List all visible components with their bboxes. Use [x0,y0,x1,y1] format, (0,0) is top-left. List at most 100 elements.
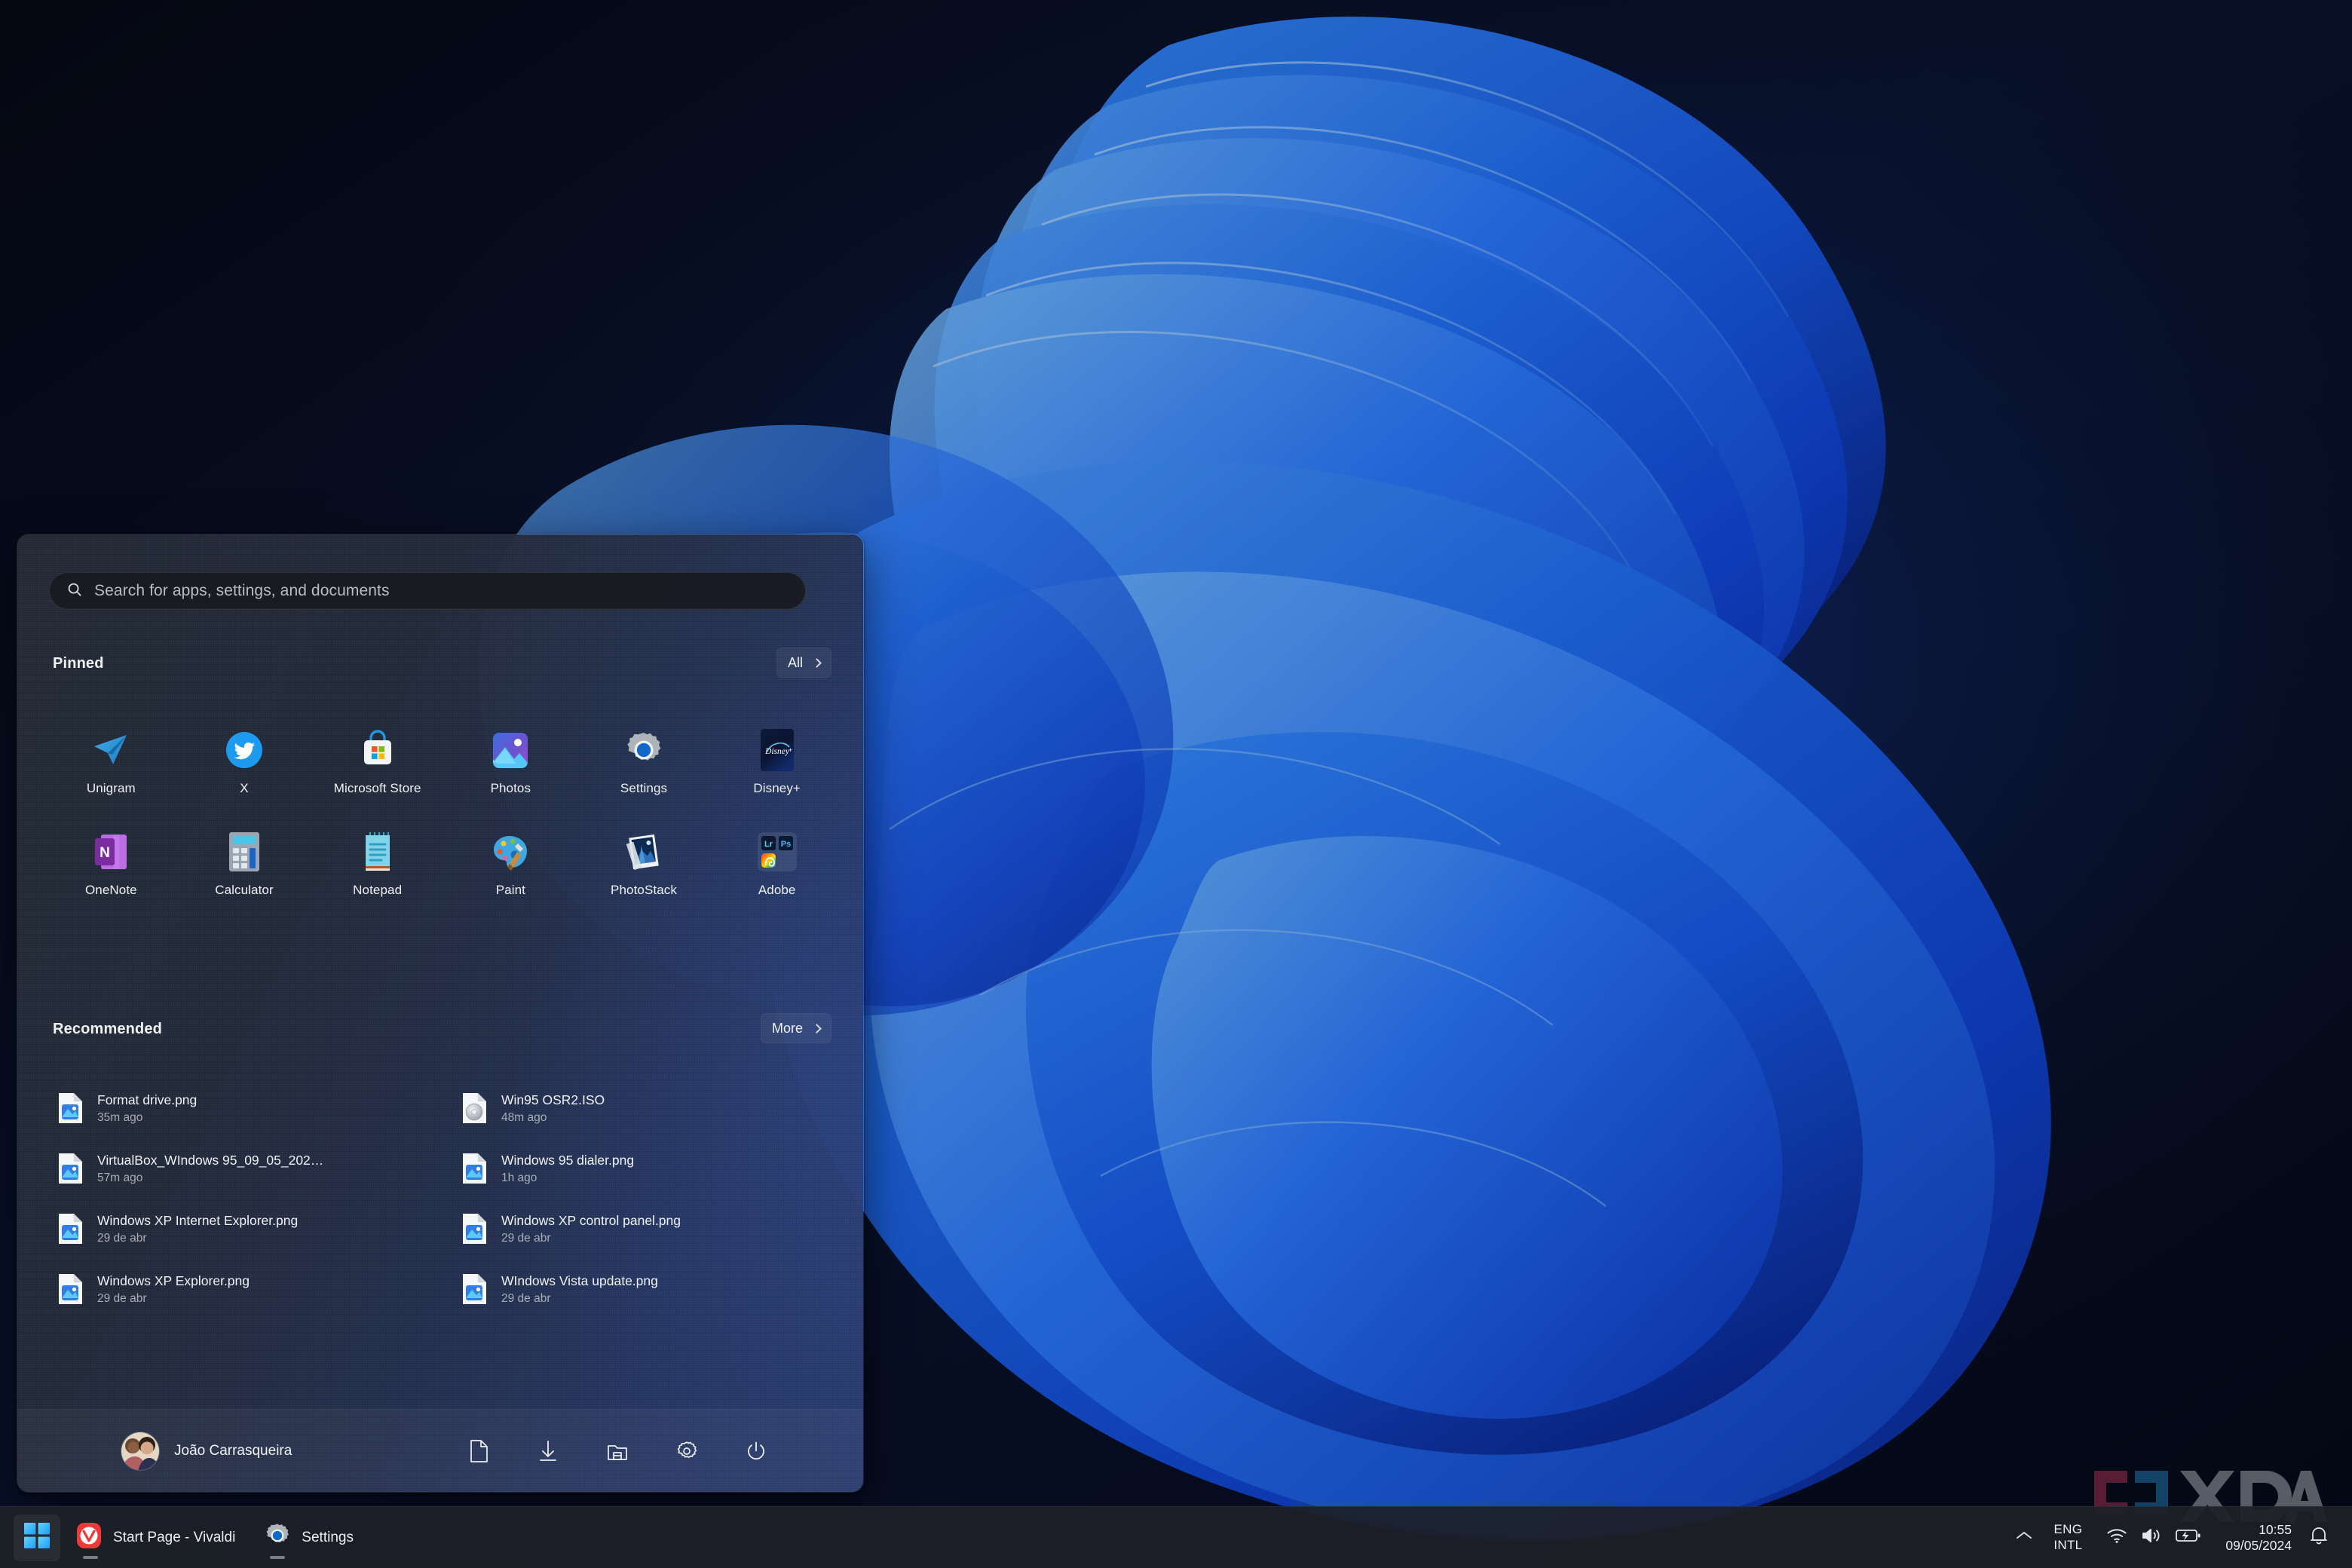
calculator-icon [220,828,268,876]
search-input[interactable]: Search for apps, settings, and documents [49,572,806,610]
recommended-item-name: Format drive.png [97,1092,198,1107]
pinned-app-label: Paint [495,883,525,897]
pinned-app-label: Microsoft Store [333,781,421,795]
recommended-item-time: 29 de abr [501,1231,551,1245]
tray-language-indicator[interactable]: ENG INTL [2041,1522,2094,1552]
pinned-app-microsoft-store[interactable]: Microsoft Store [311,723,444,802]
system-tray[interactable]: ENG INTL 10:55 09/05/2024 [2007,1518,2335,1557]
taskbar-app-settings[interactable]: Settings [253,1514,367,1561]
pinned-app-label: Photos [490,781,531,795]
pinned-app-label: Adobe [758,883,796,897]
recommended-item[interactable]: Windows 95 dialer.png 1h ago [449,1145,844,1192]
recommended-item[interactable]: VirtualBox_WIndows 95_09_05_202… 57m ago [44,1145,439,1192]
recommended-item-time: 57m ago [97,1171,143,1184]
clock-date: 09/05/2024 [2225,1537,2292,1553]
pinned-app-label: Settings [620,781,668,795]
notepad-icon [354,828,402,876]
running-indicator [83,1555,98,1559]
settings-gear-icon [620,726,668,774]
chevron-right-icon [812,1024,822,1034]
pinned-app-label: Unigram [86,781,136,795]
battery-charging-icon[interactable] [2176,1528,2201,1547]
taskbar-app-vivaldi[interactable]: Start Page - Vivaldi [65,1514,249,1561]
pinned-app-label: Notepad [353,883,403,897]
user-avatar-photo[interactable] [121,1431,160,1471]
photos-icon [486,726,534,774]
volume-icon[interactable] [2141,1527,2162,1548]
pinned-title: Pinned [53,655,104,672]
settings-gear-icon [264,1522,291,1553]
user-name-label: João Carrasqueira [174,1442,292,1459]
png-file-icon [55,1272,85,1306]
pinned-app-photostack[interactable]: PhotoStack [577,825,711,904]
pinned-app-paint[interactable]: Paint [444,825,577,904]
pinned-app-label: Calculator [215,883,274,897]
recommended-item[interactable]: Windows XP control panel.png 29 de abr [449,1205,844,1252]
iso-file-icon [459,1092,489,1125]
recommended-item-name: VirtualBox_WIndows 95_09_05_202… [97,1152,324,1168]
recommended-item-name: Windows XP control panel.png [501,1212,681,1228]
recommended-title: Recommended [53,1021,163,1037]
recommended-item[interactable]: Windows XP Explorer.png 29 de abr [44,1266,439,1312]
pinned-apps-grid[interactable]: Unigram X Microsoft Store Photos Setting… [44,723,844,904]
recommended-item[interactable]: Windows XP Internet Explorer.png 29 de a… [44,1205,439,1252]
pinned-app-adobe-folder[interactable]: Lr Ps Adobe [710,825,844,904]
pictures-button[interactable] [601,1435,634,1468]
recommended-item-time: 48m ago [501,1110,547,1124]
more-recommended-button[interactable]: More [760,1013,831,1043]
pinned-app-calculator[interactable]: Calculator [178,825,311,904]
recommended-item-time: 29 de abr [97,1291,147,1305]
downloads-button[interactable] [531,1435,565,1468]
all-apps-label: All [787,654,803,670]
onenote-icon: N [87,828,135,876]
search-icon [66,581,83,602]
pinned-section-header: Pinned All [17,648,863,685]
pinned-app-x[interactable]: X [178,723,311,802]
start-menu-user-bar[interactable]: João Carrasqueira [17,1409,863,1492]
recommended-item[interactable]: WIndows Vista update.png 29 de abr [449,1266,844,1312]
pinned-app-unigram[interactable]: Unigram [44,723,178,802]
documents-button[interactable] [462,1435,495,1468]
taskbar-clock[interactable]: 10:55 09/05/2024 [2213,1522,2302,1554]
recommended-section-header: Recommended More [17,1013,863,1051]
png-file-icon [55,1212,85,1245]
recommended-item[interactable]: Format drive.png 35m ago [44,1085,439,1132]
start-button[interactable] [14,1514,60,1561]
recommended-item-name: Windows 95 dialer.png [501,1152,635,1168]
pinned-app-notepad[interactable]: Notepad [311,825,444,904]
taskbar[interactable]: Start Page - Vivaldi Settings ENG INTL 1… [0,1506,2352,1568]
png-file-icon [459,1272,489,1306]
recommended-item-name: Windows XP Explorer.png [97,1272,250,1288]
pinned-app-onenote[interactable]: N OneNote [44,825,178,904]
tray-status-icons[interactable] [2094,1527,2213,1548]
svg-text:N: N [100,845,110,861]
tray-overflow-button[interactable] [2007,1518,2041,1557]
all-apps-button[interactable]: All [776,648,831,678]
recommended-items-list[interactable]: Format drive.png 35m ago Win95 OSR2.ISO … [44,1085,844,1312]
power-button[interactable] [740,1435,773,1468]
wifi-icon[interactable] [2106,1527,2127,1548]
notifications-button[interactable] [2302,1518,2335,1557]
more-label: More [771,1020,803,1036]
png-file-icon [459,1152,489,1185]
pinned-app-settings[interactable]: Settings [577,723,711,802]
pinned-app-disney-plus[interactable]: Disney + Disney+ [710,723,844,802]
unigram-icon [87,726,135,774]
recommended-item[interactable]: Win95 OSR2.ISO 48m ago [449,1085,844,1132]
desktop[interactable]: Search for apps, settings, and documents… [0,0,2352,1568]
start-menu-panel[interactable]: Search for apps, settings, and documents… [17,534,864,1493]
microsoft-store-icon [354,726,402,774]
vivaldi-icon [75,1522,103,1553]
taskbar-left-group[interactable]: Start Page - Vivaldi Settings [14,1514,367,1561]
start-search-row[interactable]: Search for apps, settings, and documents [49,572,806,610]
recommended-item-time: 29 de abr [501,1291,551,1305]
recommended-item-name: WIndows Vista update.png [501,1272,658,1288]
tray-language-line2: INTL [2053,1537,2083,1552]
pinned-app-photos[interactable]: Photos [444,723,577,802]
adobe-folder-icon: Lr Ps [753,828,801,876]
user-bar-buttons[interactable] [462,1435,773,1468]
x-twitter-icon [220,726,268,774]
settings-button[interactable] [670,1435,703,1468]
tray-language-line1: ENG [2053,1522,2083,1537]
pinned-app-label: Disney+ [753,781,801,795]
